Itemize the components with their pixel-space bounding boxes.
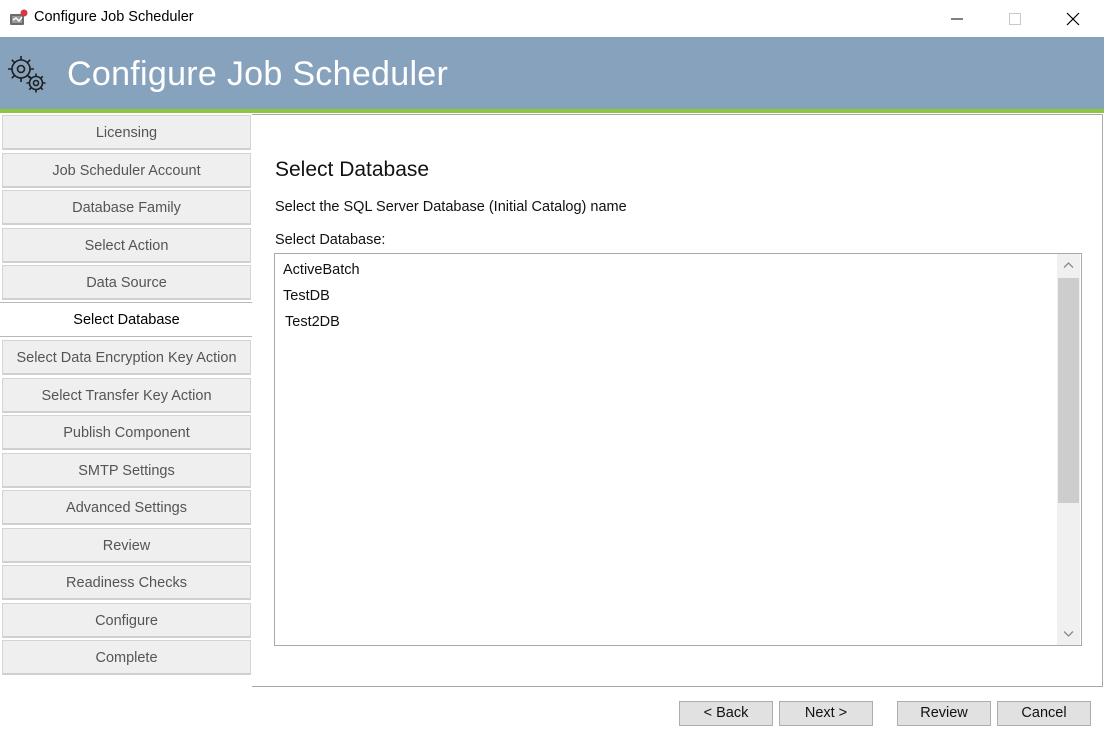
sidebar-item-complete[interactable]: Complete	[2, 640, 251, 675]
sidebar-item-select-database[interactable]: Select Database	[0, 302, 253, 337]
page-title: Select Database	[275, 158, 430, 181]
sidebar-item-advanced-settings[interactable]: Advanced Settings	[2, 490, 251, 525]
maximize-button[interactable]	[986, 0, 1044, 37]
listbox-scrollbar[interactable]	[1057, 254, 1080, 645]
sidebar-item-licensing[interactable]: Licensing	[2, 115, 251, 150]
scroll-down-button[interactable]	[1057, 623, 1080, 645]
scroll-up-button[interactable]	[1057, 254, 1080, 276]
sidebar-item-publish-component[interactable]: Publish Component	[2, 415, 251, 450]
list-item-testdb[interactable]: TestDB	[283, 288, 330, 304]
banner-title: Configure Job Scheduler	[67, 55, 449, 93]
sidebar-item-select-transfer-key-action[interactable]: Select Transfer Key Action	[2, 378, 251, 413]
window-title: Configure Job Scheduler	[34, 9, 194, 25]
sidebar-item-select-data-encryption-key-action[interactable]: Select Data Encryption Key Action	[2, 340, 251, 375]
sidebar-item-review[interactable]: Review	[2, 528, 251, 563]
review-button[interactable]: Review	[897, 701, 991, 726]
maximize-icon	[1009, 13, 1021, 25]
scroll-thumb[interactable]	[1058, 278, 1079, 503]
database-list-label: Select Database:	[275, 232, 386, 248]
close-icon	[1066, 12, 1080, 26]
chevron-up-icon	[1063, 262, 1074, 268]
minimize-icon	[951, 18, 963, 20]
sidebar-item-data-source[interactable]: Data Source	[2, 265, 251, 300]
header-accent-line	[0, 109, 1104, 113]
close-button[interactable]	[1044, 0, 1102, 37]
cancel-button[interactable]: Cancel	[997, 701, 1091, 726]
window-title-bar: Configure Job Scheduler	[0, 0, 1104, 37]
sidebar-item-configure[interactable]: Configure	[2, 603, 251, 638]
page-description: Select the SQL Server Database (Initial …	[275, 199, 627, 215]
sidebar-item-smtp-settings[interactable]: SMTP Settings	[2, 453, 251, 488]
list-item-test2db[interactable]: Test2DB	[285, 314, 340, 330]
next-button[interactable]: Next >	[779, 701, 873, 726]
sidebar-item-select-action[interactable]: Select Action	[2, 228, 251, 263]
sidebar-item-readiness-checks[interactable]: Readiness Checks	[2, 565, 251, 600]
chevron-down-icon	[1063, 631, 1074, 637]
database-listbox[interactable]: ActiveBatch TestDB Test2DB	[274, 253, 1082, 646]
back-button[interactable]: < Back	[679, 701, 773, 726]
sidebar-item-job-scheduler-account[interactable]: Job Scheduler Account	[2, 153, 251, 188]
gears-icon	[8, 56, 46, 93]
app-icon	[10, 9, 28, 25]
minimize-button[interactable]	[928, 0, 986, 37]
list-item-activebatch[interactable]: ActiveBatch	[283, 262, 360, 278]
sidebar-item-database-family[interactable]: Database Family	[2, 190, 251, 225]
